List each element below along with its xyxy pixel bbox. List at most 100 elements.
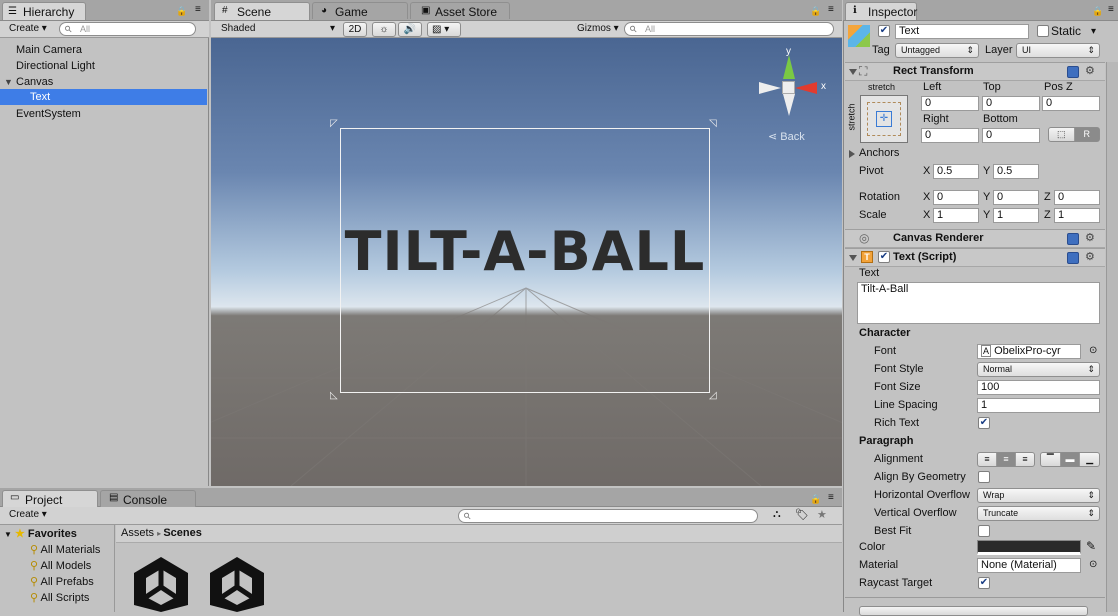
hierarchy-item-canvas[interactable]: ▼ Canvas (0, 74, 207, 90)
eyedropper-icon[interactable]: ✎ (1086, 539, 1096, 553)
align-center-icon[interactable]: ≡ (997, 453, 1016, 466)
pivot-x-field[interactable]: 0.5 (933, 164, 979, 179)
align-left-icon[interactable]: ≡ (978, 453, 997, 466)
help-book-icon[interactable] (1067, 66, 1079, 78)
static-dropdown-icon[interactable]: ▾ (1091, 26, 1096, 37)
gear-icon[interactable]: ⚙ (1085, 250, 1095, 263)
favorite-item-all-materials[interactable]: ⚲ All Materials (30, 543, 100, 556)
gear-icon[interactable]: ⚙ (1085, 64, 1095, 77)
tab-inspector[interactable]: ℹ Inspector (845, 2, 917, 20)
font-size-field[interactable]: 100 (977, 380, 1100, 395)
text-script-header[interactable]: T ✔ Text (Script) ⚙ (845, 248, 1105, 267)
hierarchy-item-text[interactable]: Text (0, 89, 207, 105)
text-enabled-checkbox[interactable]: ✔ (878, 251, 890, 263)
tab-scene[interactable]: # Scene (214, 2, 310, 20)
menu-icon[interactable]: ≡ (828, 492, 834, 503)
gizmos-dropdown[interactable]: Gizmos ▾ (572, 22, 622, 37)
blueprint-raw-toggle[interactable]: ⬚ R (1048, 127, 1100, 142)
scene-title-text[interactable]: TILT-A-BALL (340, 220, 710, 283)
material-field[interactable]: None (Material) (977, 558, 1081, 573)
inspector-scrollbar[interactable] (1106, 62, 1118, 612)
favorites-header[interactable]: ▼ ★ Favorites (4, 527, 77, 540)
rect-transform-header[interactable]: ⛶ Rect Transform ⚙ (845, 62, 1105, 81)
help-book-icon[interactable] (1067, 233, 1079, 245)
canvas-renderer-header[interactable]: ◎ Canvas Renderer ⚙ (845, 229, 1105, 248)
scale-z-field[interactable]: 1 (1054, 208, 1100, 223)
collapse-arrow-icon[interactable] (849, 69, 857, 75)
scale-x-field[interactable]: 1 (933, 208, 979, 223)
anchor-handle[interactable]: ◹ (709, 118, 717, 129)
object-picker-icon[interactable]: ⊙ (1089, 345, 1097, 356)
breadcrumb-assets[interactable]: Assets (121, 527, 154, 539)
hierarchy-search-input[interactable]: All (59, 22, 196, 36)
left-field[interactable]: 0 (921, 96, 979, 111)
scene-viewport[interactable]: ◸ ◹ ◺ ◿ TILT-A-BALL x y ⋖ Back (211, 38, 842, 486)
filter-type-icon[interactable]: ⛬ (773, 508, 781, 521)
rotation-z-field[interactable]: 0 (1054, 190, 1100, 205)
menu-icon[interactable]: ≡ (195, 4, 201, 15)
favorite-star-icon[interactable]: ★ (817, 508, 827, 521)
layer-dropdown[interactable]: UI (1016, 43, 1100, 58)
text-value-area[interactable]: Tilt-A-Ball (857, 282, 1100, 324)
tab-hierarchy[interactable]: ☰ Hierarchy (2, 2, 86, 20)
color-swatch[interactable] (977, 540, 1081, 555)
tab-console[interactable]: ▤ Console (100, 490, 196, 507)
collapse-arrow-icon[interactable] (849, 255, 857, 261)
anchors-label[interactable]: Anchors (859, 147, 899, 159)
tab-game[interactable]: ◕ Game (312, 2, 408, 19)
breadcrumb-scenes[interactable]: Scenes (163, 527, 202, 539)
back-label[interactable]: ⋖ Back (768, 130, 805, 143)
best-fit-checkbox[interactable] (978, 525, 990, 537)
unity-scene-icon[interactable] (206, 555, 268, 612)
hierarchy-item-eventsystem[interactable]: EventSystem (0, 106, 207, 122)
2d-toggle[interactable]: 2D (343, 22, 367, 37)
lighting-toggle[interactable]: ☼ (372, 22, 396, 37)
favorite-item-all-models[interactable]: ⚲ All Models (30, 559, 91, 572)
blueprint-mode-button[interactable]: ⬚ (1049, 128, 1075, 141)
raw-edit-button[interactable]: R (1074, 128, 1099, 141)
expand-arrow-icon[interactable]: ▼ (4, 74, 13, 90)
vertical-alignment-group[interactable]: ▔ ▬ ▁ (1040, 452, 1100, 467)
project-create-button[interactable]: Create ▾ (4, 508, 50, 523)
filter-label-icon[interactable]: 🏷 (795, 508, 809, 521)
font-style-dropdown[interactable]: Normal (977, 362, 1100, 377)
rich-text-checkbox[interactable]: ✔ (978, 417, 990, 429)
orientation-gizmo[interactable]: x y (757, 46, 827, 118)
audio-toggle[interactable]: 🔊 (398, 22, 422, 37)
bottom-field[interactable]: 0 (982, 128, 1040, 143)
horizontal-alignment-group[interactable]: ≡ ≡ ≡ (977, 452, 1035, 467)
scene-search-input[interactable]: All (624, 22, 834, 36)
menu-icon[interactable]: ≡ (1108, 4, 1114, 15)
align-right-icon[interactable]: ≡ (1016, 453, 1034, 466)
hierarchy-item-directional-light[interactable]: Directional Light (0, 58, 207, 74)
anchor-handle[interactable]: ◺ (330, 390, 338, 401)
align-middle-icon[interactable]: ▬ (1060, 453, 1081, 466)
right-field[interactable]: 0 (921, 128, 979, 143)
posz-field[interactable]: 0 (1042, 96, 1100, 111)
align-by-geometry-checkbox[interactable] (978, 471, 990, 483)
lock-icon[interactable]: 🔒 (1092, 6, 1103, 17)
anchor-handle[interactable]: ◸ (330, 118, 338, 129)
anchors-expand-icon[interactable] (849, 150, 855, 158)
unity-scene-icon[interactable] (130, 555, 192, 612)
active-checkbox[interactable]: ✔ (878, 25, 890, 37)
pivot-y-field[interactable]: 0.5 (993, 164, 1039, 179)
effects-dropdown[interactable]: ▨ ▾ (427, 22, 461, 37)
shading-dropdown[interactable]: Shaded ▾ (216, 22, 339, 37)
anchor-preset-button[interactable]: ✛ (860, 95, 908, 143)
horizontal-overflow-dropdown[interactable]: Wrap (977, 488, 1100, 503)
lock-icon[interactable]: 🔒 (810, 6, 821, 17)
add-component-button[interactable] (859, 606, 1088, 616)
rotation-x-field[interactable]: 0 (933, 190, 979, 205)
project-search-input[interactable] (458, 509, 758, 523)
align-top-icon[interactable]: ▔ (1041, 453, 1061, 466)
menu-icon[interactable]: ≡ (828, 4, 834, 15)
lock-icon[interactable]: 🔒 (810, 494, 821, 505)
raycast-target-checkbox[interactable]: ✔ (978, 577, 990, 589)
align-bottom-icon[interactable]: ▁ (1080, 453, 1099, 466)
tag-dropdown[interactable]: Untagged (895, 43, 979, 58)
font-field[interactable]: A ObelixPro-cyr (977, 344, 1081, 359)
favorite-item-all-prefabs[interactable]: ⚲ All Prefabs (30, 575, 94, 588)
line-spacing-field[interactable]: 1 (977, 398, 1100, 413)
favorite-item-all-scripts[interactable]: ⚲ All Scripts (30, 591, 89, 604)
